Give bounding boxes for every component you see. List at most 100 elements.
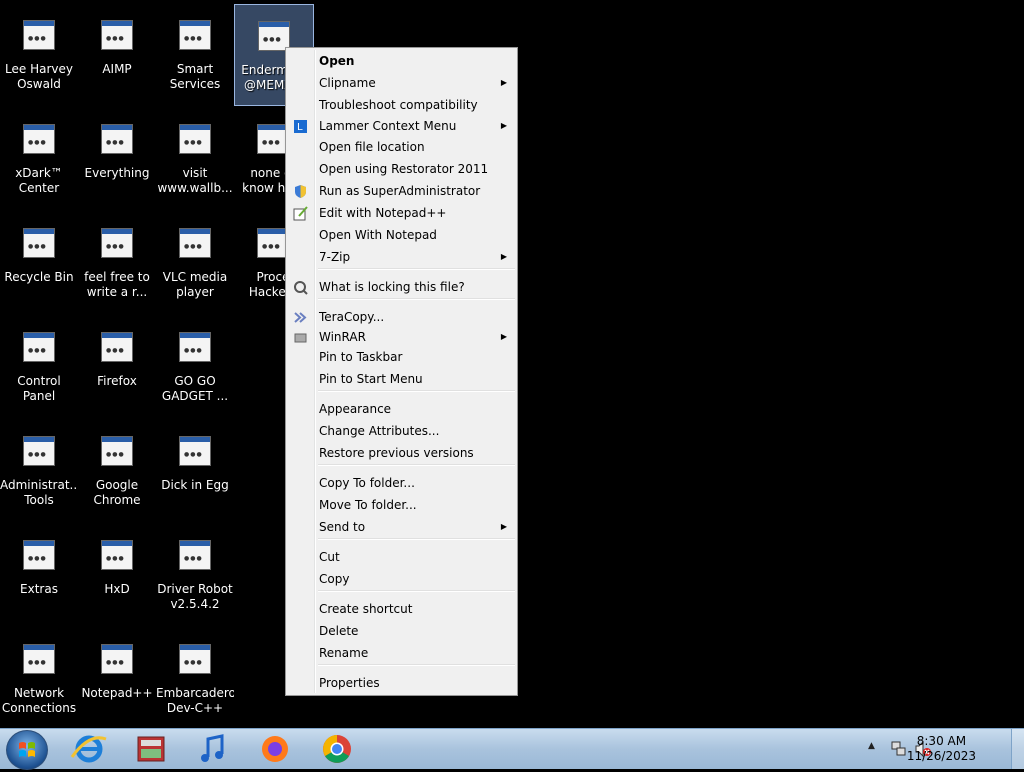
menu-item[interactable]: Restore previous versions bbox=[288, 442, 515, 464]
menu-item-label: Rename bbox=[319, 646, 369, 660]
desktop-icon-label: VLC media player bbox=[162, 270, 228, 299]
exe-icon bbox=[171, 426, 219, 474]
menu-item[interactable]: Open file location bbox=[288, 136, 515, 158]
music-icon bbox=[201, 734, 224, 762]
menu-item[interactable]: Pin to Taskbar bbox=[288, 346, 515, 368]
menu-item[interactable]: Run as SuperAdministrator bbox=[288, 180, 515, 202]
menu-item-label: Delete bbox=[319, 624, 359, 638]
menu-item[interactable]: Pin to Start Menu bbox=[288, 368, 515, 390]
desktop-icon[interactable]: xDark™ Center bbox=[0, 108, 78, 208]
menu-item-label: Copy bbox=[319, 572, 350, 586]
menu-item[interactable]: Open using Restorator 2011 bbox=[288, 158, 515, 180]
desktop-icon-label: Network Connections bbox=[1, 686, 77, 715]
menu-item[interactable]: Open bbox=[288, 50, 515, 72]
xdark-icon bbox=[15, 114, 63, 162]
system-clock[interactable]: 8:30 AM 11/26/2023 bbox=[907, 734, 976, 764]
submenu-arrow-icon: ▶ bbox=[500, 121, 507, 130]
menu-item[interactable]: Open With Notepad bbox=[288, 224, 515, 246]
menu-item-label: Create shortcut bbox=[319, 602, 413, 616]
menu-item[interactable]: 7-Zip ▶ bbox=[288, 246, 515, 268]
archive-app-icon bbox=[137, 736, 165, 762]
menu-separator bbox=[318, 590, 515, 592]
start-button[interactable] bbox=[6, 730, 48, 770]
menu-item[interactable]: WinRAR ▶ bbox=[288, 326, 515, 348]
submenu-arrow-icon: ▶ bbox=[500, 522, 507, 531]
desktop-icon-label: feel free to write a r... bbox=[84, 270, 150, 299]
internet-explorer-taskbar-button[interactable] bbox=[66, 731, 112, 767]
clock-time: 8:30 AM bbox=[916, 734, 967, 748]
menu-item-label: Move To folder... bbox=[319, 498, 417, 512]
menu-item[interactable]: TeraCopy... bbox=[288, 306, 515, 328]
menu-item-label: 7-Zip bbox=[319, 250, 351, 264]
desktop-icon[interactable]: Firefox bbox=[78, 316, 156, 416]
desktop-icon[interactable]: Google Chrome bbox=[78, 420, 156, 520]
menu-item[interactable]: Troubleshoot compatibility bbox=[288, 94, 515, 116]
menu-separator bbox=[318, 664, 515, 666]
menu-item-label: What is locking this file? bbox=[319, 280, 465, 294]
desktop-icon[interactable]: visit www.wallb... bbox=[156, 108, 234, 208]
teracopy-icon bbox=[293, 310, 308, 325]
desktop-icon[interactable]: AIMP bbox=[78, 4, 156, 104]
menu-item-label: Open file location bbox=[319, 140, 425, 154]
desktop-icon[interactable]: Network Connections bbox=[0, 628, 78, 728]
devcpp-icon bbox=[171, 634, 219, 682]
folder-icon bbox=[15, 530, 63, 578]
menu-item-label: Copy To folder... bbox=[319, 476, 415, 490]
menu-item[interactable]: Cut bbox=[288, 546, 515, 568]
clock-date: 11/26/2023 bbox=[906, 749, 976, 763]
desktop-icon-label: visit www.wallb... bbox=[157, 166, 233, 195]
menu-item[interactable]: Appearance bbox=[288, 398, 515, 420]
admin-tools-icon bbox=[15, 426, 63, 474]
desktop-icon[interactable]: Extras bbox=[0, 524, 78, 624]
menu-item-label: Open bbox=[319, 54, 355, 68]
chrome-taskbar-button[interactable] bbox=[314, 731, 360, 767]
desktop-icon[interactable]: Lee Harvey Oswald bbox=[0, 4, 78, 104]
notepadpp-icon bbox=[293, 206, 308, 221]
recycle-bin-icon bbox=[15, 218, 63, 266]
menu-item-label: Pin to Start Menu bbox=[319, 372, 423, 386]
desktop-icon[interactable]: HxD bbox=[78, 524, 156, 624]
menu-separator bbox=[318, 464, 515, 466]
menu-item[interactable]: Copy bbox=[288, 568, 515, 590]
desktop-icon[interactable]: Embarcadero Dev-C++ bbox=[156, 628, 234, 728]
menu-separator bbox=[318, 298, 515, 300]
menu-item[interactable]: Send to ▶ bbox=[288, 516, 515, 538]
menu-item[interactable]: Edit with Notepad++ bbox=[288, 202, 515, 224]
menu-item[interactable]: Create shortcut bbox=[288, 598, 515, 620]
menu-item[interactable]: Change Attributes... bbox=[288, 420, 515, 442]
desktop-icon[interactable]: Everything bbox=[78, 108, 156, 208]
music-taskbar-button[interactable] bbox=[190, 731, 236, 767]
desktop-icon-label: xDark™ Center bbox=[15, 166, 63, 195]
menu-item[interactable]: Copy To folder... bbox=[288, 472, 515, 494]
menu-item[interactable]: What is locking this file? bbox=[288, 276, 515, 298]
desktop-icon[interactable]: Smart Services bbox=[156, 4, 234, 104]
desktop-icon[interactable]: Control Panel bbox=[0, 316, 78, 416]
show-desktop-button[interactable] bbox=[1011, 729, 1024, 769]
desktop-icon[interactable]: VLC media player bbox=[156, 212, 234, 312]
menu-item[interactable]: Delete bbox=[288, 620, 515, 642]
network-icon[interactable] bbox=[890, 740, 908, 758]
menu-item[interactable]: Move To folder... bbox=[288, 494, 515, 516]
desktop-icon[interactable]: feel free to write a r... bbox=[78, 212, 156, 312]
archive-app-taskbar-button[interactable] bbox=[128, 731, 174, 767]
menu-item-label: Restore previous versions bbox=[319, 446, 474, 460]
menu-item[interactable]: Rename bbox=[288, 642, 515, 664]
menu-item[interactable]: Clipname ▶ bbox=[288, 72, 515, 94]
desktop-icon-label: AIMP bbox=[102, 62, 132, 76]
desktop-icon[interactable]: GO GO GADGET ... bbox=[156, 316, 234, 416]
gear-icon bbox=[171, 10, 219, 58]
desktop-icon[interactable]: Driver Robot v2.5.4.2 bbox=[156, 524, 234, 624]
desktop-icon[interactable]: Recycle Bin bbox=[0, 212, 78, 312]
taskbar: ▲ 8:30 AM 11/26/2023 bbox=[0, 728, 1024, 770]
firefox-taskbar-button[interactable] bbox=[252, 731, 298, 767]
menu-item-label: Cut bbox=[319, 550, 340, 564]
desktop-icon[interactable]: Administrat... Tools bbox=[0, 420, 78, 520]
winrar-icon bbox=[293, 330, 308, 345]
internet-explorer-icon bbox=[70, 735, 107, 763]
desktop-icon[interactable]: Notepad++ bbox=[78, 628, 156, 728]
menu-item[interactable]: L Lammer Context Menu ▶ bbox=[288, 115, 515, 137]
show-hidden-icons-chevron[interactable]: ▲ bbox=[868, 741, 880, 755]
menu-item-label: Open With Notepad bbox=[319, 228, 437, 242]
desktop-icon[interactable]: Dick in Egg bbox=[156, 420, 234, 520]
menu-item[interactable]: Properties bbox=[288, 672, 515, 694]
